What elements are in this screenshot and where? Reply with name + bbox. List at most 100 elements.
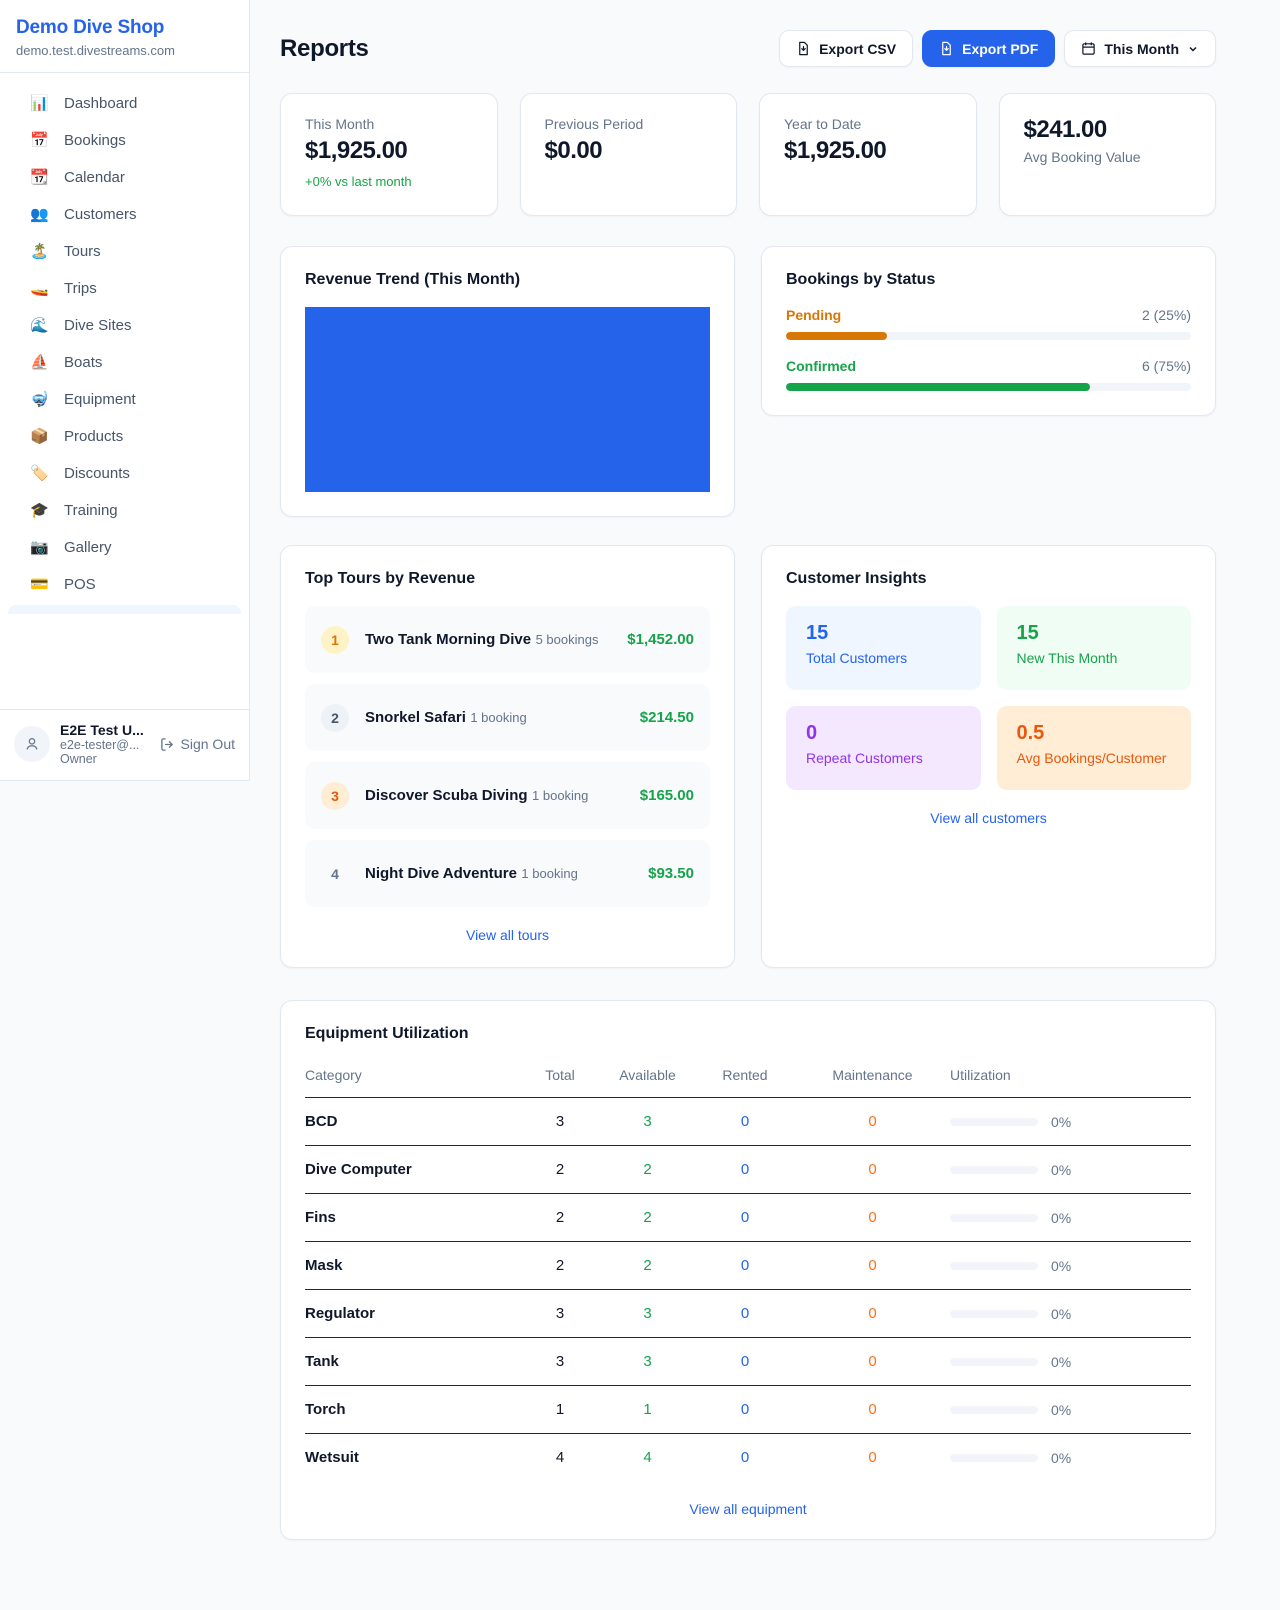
stat-card-previous-period: Previous Period $0.00 bbox=[520, 93, 738, 216]
column-header-maintenance: Maintenance bbox=[795, 1059, 950, 1098]
export-csv-button[interactable]: Export CSV bbox=[779, 30, 913, 67]
sidebar-item-tours[interactable]: 🏝️Tours bbox=[8, 233, 241, 270]
cell-maintenance: 0 bbox=[795, 1146, 950, 1194]
equipment-utilization-card: Equipment Utilization Category Total Ava… bbox=[280, 1000, 1216, 1540]
revenue-trend-bar bbox=[305, 307, 710, 492]
sidebar-item-gallery[interactable]: 📷Gallery bbox=[8, 529, 241, 566]
tile-total-customers: 15 Total Customers bbox=[786, 606, 981, 690]
sidebar-item-bookings[interactable]: 📅Bookings bbox=[8, 122, 241, 159]
view-all-tours-link[interactable]: View all tours bbox=[305, 927, 710, 943]
speedboat-icon: 🚤 bbox=[30, 281, 49, 296]
cell-available: 3 bbox=[600, 1290, 695, 1338]
sidebar-item-dashboard[interactable]: 📊Dashboard bbox=[8, 85, 241, 122]
tile-label: New This Month bbox=[1017, 650, 1172, 666]
cell-total: 2 bbox=[520, 1146, 600, 1194]
cell-category: Fins bbox=[305, 1194, 520, 1242]
cell-category: Tank bbox=[305, 1338, 520, 1386]
cell-rented: 0 bbox=[695, 1386, 795, 1434]
status-count: 2 (25%) bbox=[1142, 307, 1191, 323]
sidebar-user-footer: E2E Test U... e2e-tester@... Owner Sign … bbox=[0, 709, 249, 780]
table-row: Tank 3 3 0 0 0% bbox=[305, 1338, 1191, 1386]
progress-fill bbox=[786, 383, 1090, 391]
cell-rented: 0 bbox=[695, 1242, 795, 1290]
cell-rented: 0 bbox=[695, 1434, 795, 1482]
column-header-available: Available bbox=[600, 1059, 695, 1098]
cell-total: 2 bbox=[520, 1194, 600, 1242]
page-title: Reports bbox=[280, 35, 369, 63]
sign-out-icon bbox=[160, 737, 175, 752]
cell-total: 3 bbox=[520, 1290, 600, 1338]
view-all-equipment-link[interactable]: View all equipment bbox=[305, 1501, 1191, 1517]
cell-utilization: 0% bbox=[950, 1146, 1191, 1194]
view-all-customers-link[interactable]: View all customers bbox=[786, 810, 1191, 826]
sidebar-item-pos[interactable]: 💳POS bbox=[8, 566, 241, 603]
sidebar-item-products[interactable]: 📦Products bbox=[8, 418, 241, 455]
table-row: Fins 2 2 0 0 0% bbox=[305, 1194, 1191, 1242]
calendar-icon: 📆 bbox=[30, 170, 49, 185]
sidebar-item-reports-partial[interactable] bbox=[8, 605, 241, 614]
cell-maintenance: 0 bbox=[795, 1098, 950, 1146]
cell-rented: 0 bbox=[695, 1098, 795, 1146]
sidebar-item-label: Products bbox=[64, 428, 123, 445]
sidebar-item-boats[interactable]: ⛵Boats bbox=[8, 344, 241, 381]
export-pdf-button[interactable]: Export PDF bbox=[922, 30, 1055, 67]
tour-name: Discover Scuba Diving bbox=[365, 787, 528, 804]
customer-insights-card: Customer Insights 15 Total Customers 15 … bbox=[761, 545, 1216, 968]
stat-value: $0.00 bbox=[545, 137, 713, 165]
tile-label: Total Customers bbox=[806, 650, 961, 666]
cell-total: 2 bbox=[520, 1242, 600, 1290]
status-label: Confirmed bbox=[786, 358, 856, 374]
sidebar-item-discounts[interactable]: 🏷️Discounts bbox=[8, 455, 241, 492]
tour-info: Snorkel Safari 1 booking bbox=[365, 709, 527, 727]
tour-info: Two Tank Morning Dive 5 bookings bbox=[365, 631, 598, 649]
tour-bookings: 1 booking bbox=[521, 866, 577, 881]
status-row-pending: Pending 2 (25%) bbox=[786, 307, 1191, 340]
tour-amount: $93.50 bbox=[648, 865, 694, 882]
sidebar-item-customers[interactable]: 👥Customers bbox=[8, 196, 241, 233]
top-tours-card: Top Tours by Revenue 1 Two Tank Morning … bbox=[280, 545, 735, 968]
tour-amount: $1,452.00 bbox=[627, 631, 694, 648]
sidebar-header: Demo Dive Shop demo.test.divestreams.com bbox=[0, 0, 249, 73]
rank-badge: 3 bbox=[321, 782, 349, 810]
tour-info: Night Dive Adventure 1 booking bbox=[365, 865, 578, 883]
sign-out-button[interactable]: Sign Out bbox=[160, 736, 235, 752]
cell-maintenance: 0 bbox=[795, 1242, 950, 1290]
table-row: Mask 2 2 0 0 0% bbox=[305, 1242, 1191, 1290]
cell-available: 2 bbox=[600, 1194, 695, 1242]
sidebar-item-label: Bookings bbox=[64, 132, 126, 149]
sidebar-item-dive-sites[interactable]: 🌊Dive Sites bbox=[8, 307, 241, 344]
period-label: This Month bbox=[1104, 41, 1179, 57]
utilization-track bbox=[950, 1262, 1038, 1270]
cell-category: Mask bbox=[305, 1242, 520, 1290]
sidebar-item-calendar[interactable]: 📆Calendar bbox=[8, 159, 241, 196]
sidebar-nav: 📊Dashboard 📅Bookings 📆Calendar 👥Customer… bbox=[0, 73, 249, 614]
tile-avg-bookings-customer: 0.5 Avg Bookings/Customer bbox=[997, 706, 1192, 790]
sidebar-item-label: Trips bbox=[64, 280, 97, 297]
status-count: 6 (75%) bbox=[1142, 358, 1191, 374]
sidebar-item-label: Gallery bbox=[64, 539, 112, 556]
sidebar-item-training[interactable]: 🎓Training bbox=[8, 492, 241, 529]
cell-utilization: 0% bbox=[950, 1290, 1191, 1338]
utilization-percent: 0% bbox=[1051, 1450, 1071, 1466]
progress-track bbox=[786, 332, 1191, 340]
diving-mask-icon: 🤿 bbox=[30, 392, 49, 407]
period-dropdown[interactable]: This Month bbox=[1064, 30, 1216, 67]
sidebar-item-trips[interactable]: 🚤 Trips bbox=[8, 270, 241, 307]
utilization-percent: 0% bbox=[1051, 1402, 1071, 1418]
stat-value: $1,925.00 bbox=[784, 137, 952, 165]
avatar bbox=[14, 726, 50, 762]
cell-total: 4 bbox=[520, 1434, 600, 1482]
stat-delta: +0% vs last month bbox=[305, 174, 473, 189]
tour-name: Snorkel Safari bbox=[365, 709, 466, 726]
sidebar-item-equipment[interactable]: 🤿Equipment bbox=[8, 381, 241, 418]
cell-available: 3 bbox=[600, 1338, 695, 1386]
user-role: Owner bbox=[60, 752, 144, 766]
sidebar-item-label: Training bbox=[64, 502, 118, 519]
tour-info: Discover Scuba Diving 1 booking bbox=[365, 787, 588, 805]
sidebar-item-label: Customers bbox=[64, 206, 137, 223]
tile-value: 15 bbox=[806, 622, 961, 645]
file-download-icon bbox=[939, 41, 954, 56]
utilization-track bbox=[950, 1214, 1038, 1222]
cell-utilization: 0% bbox=[950, 1194, 1191, 1242]
tour-row: 1 Two Tank Morning Dive 5 bookings $1,45… bbox=[305, 606, 710, 673]
